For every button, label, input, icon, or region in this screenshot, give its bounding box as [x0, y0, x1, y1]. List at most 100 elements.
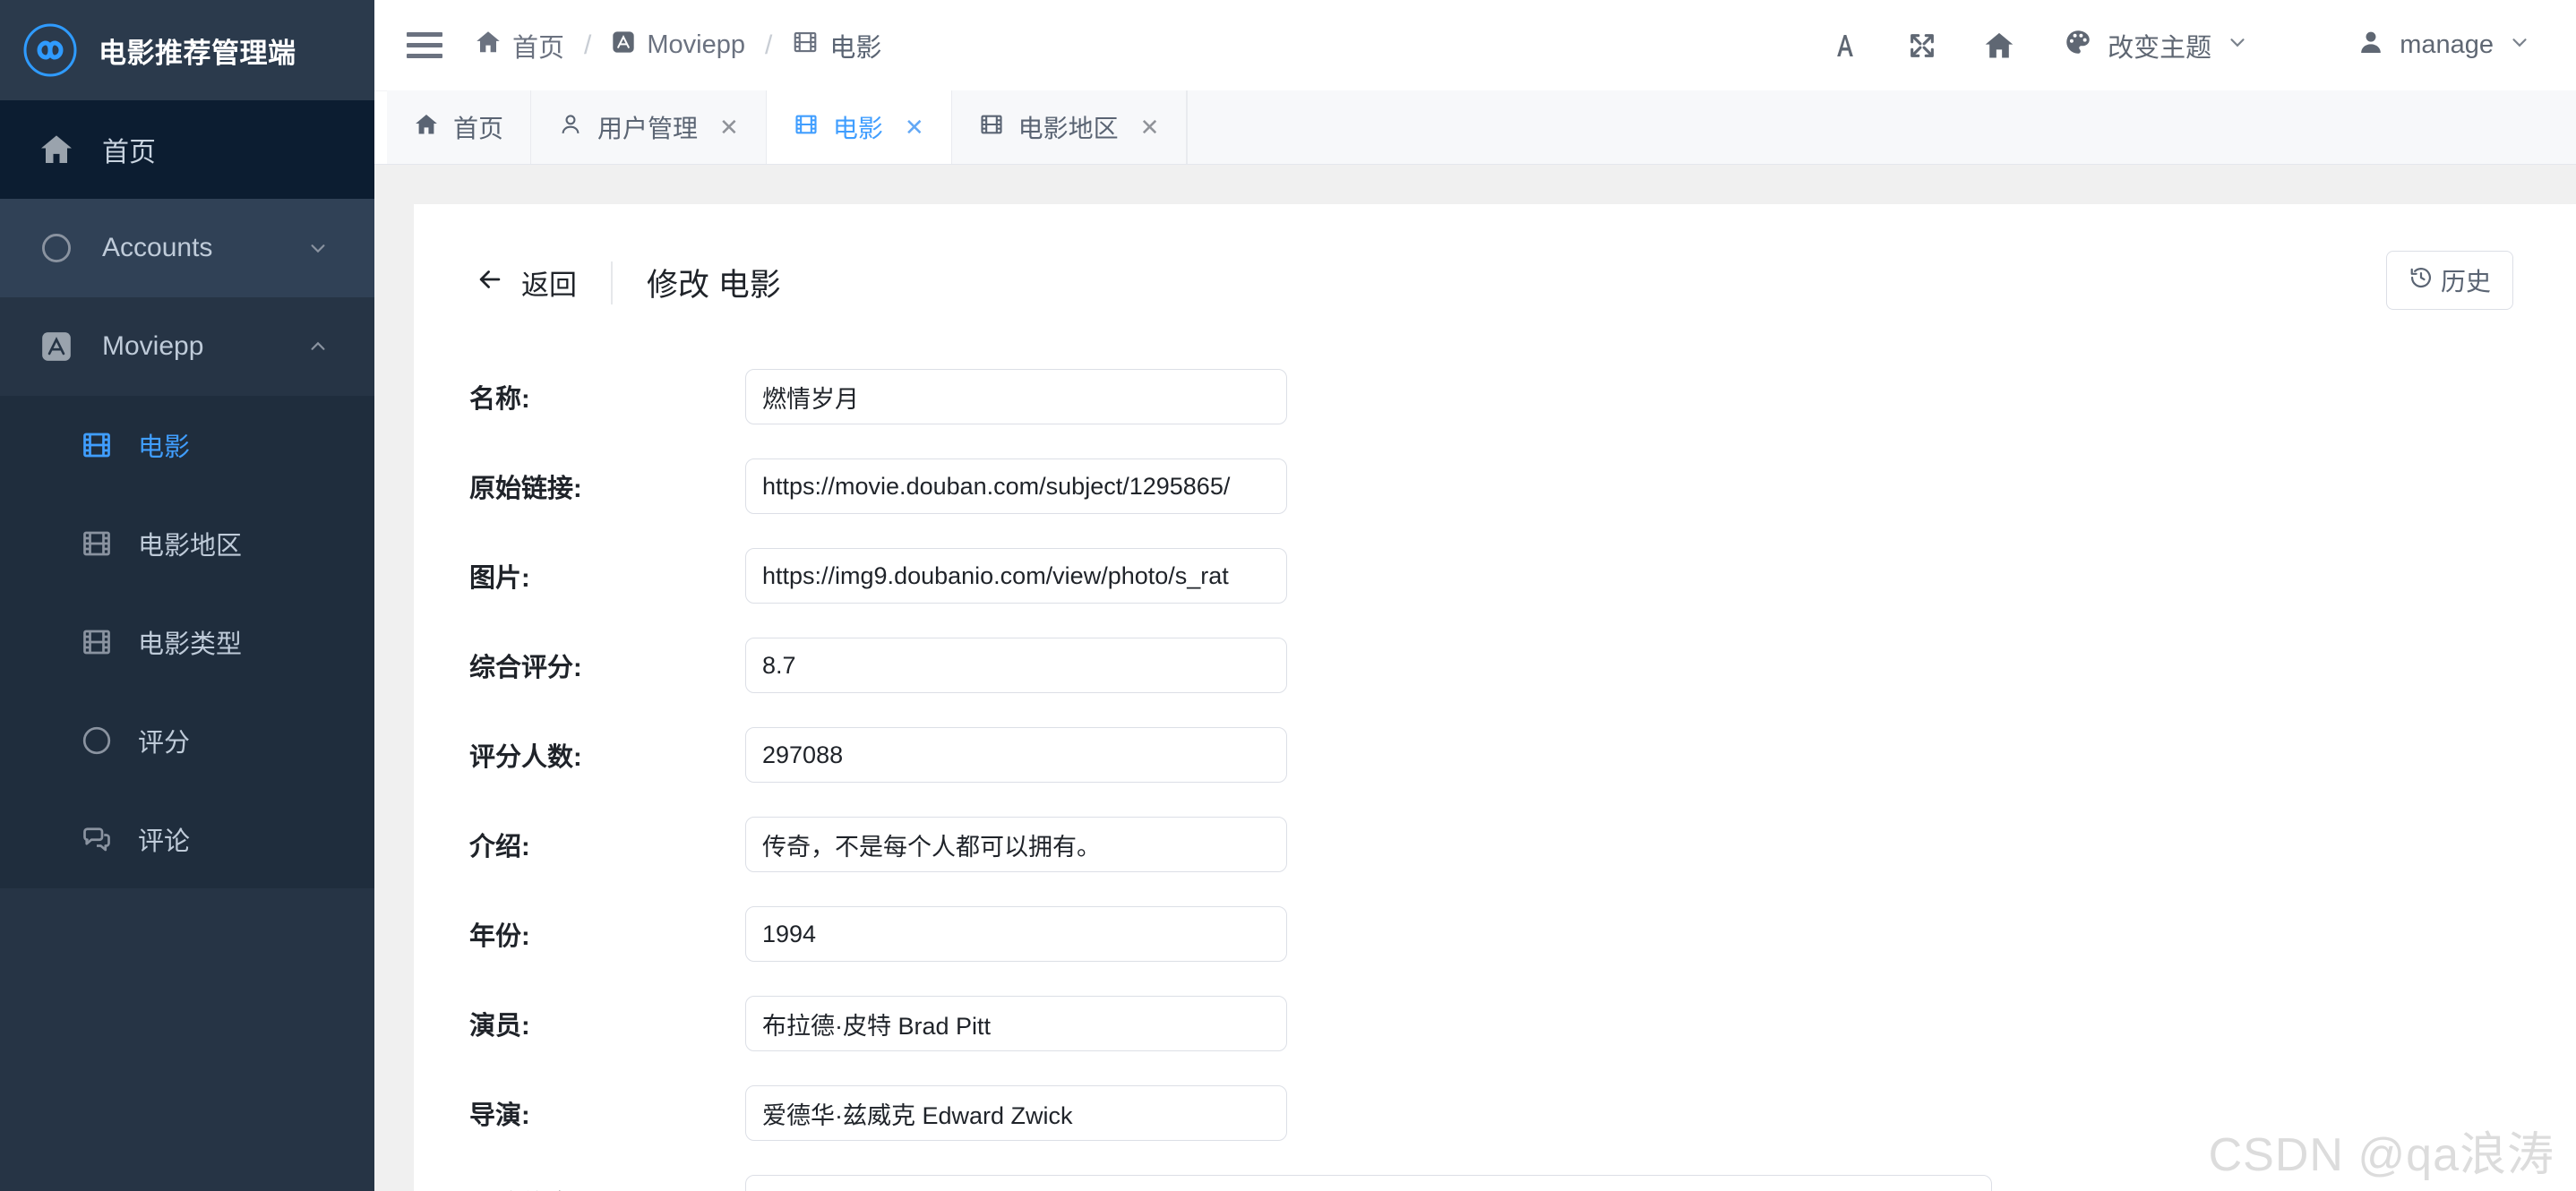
tab-home[interactable]: 首页	[387, 90, 532, 164]
input-image[interactable]: https://img9.doubanio.com/view/photo/s_r…	[745, 548, 1287, 604]
chevron-up-icon[interactable]	[308, 337, 328, 356]
chevron-down-icon[interactable]	[308, 238, 328, 258]
breadcrumb-item-movie: 电影	[792, 27, 881, 64]
header-divider	[611, 261, 613, 304]
film-icon	[79, 429, 115, 461]
form-row-source-link: 原始链接: https://movie.douban.com/subject/1…	[414, 441, 2576, 531]
history-button-label: 历史	[2440, 268, 2491, 296]
close-icon[interactable]: ✕	[1140, 114, 1160, 141]
sidebar-item-moviepp[interactable]: Moviepp	[0, 297, 374, 396]
tab-movie-region[interactable]: 电影地区 ✕	[951, 90, 1188, 164]
input-intro[interactable]: 传奇，不是每个人都可以拥有。	[745, 817, 1287, 872]
hamburger-icon[interactable]	[407, 28, 442, 64]
home-icon	[38, 132, 75, 167]
user-menu-label: manage	[2400, 30, 2494, 59]
film-icon	[979, 112, 1004, 143]
sidebar-item-movie-type-label: 电影类型	[138, 630, 243, 659]
tab-movie-region-label: 电影地区	[1018, 115, 1119, 142]
page-title: 修改 电影	[647, 268, 781, 303]
breadcrumb-item-home[interactable]: 首页	[475, 27, 564, 64]
label-source-link: 原始链接:	[469, 475, 582, 503]
breadcrumb-item-movie-label: 电影	[829, 33, 882, 63]
sidebar-item-movie-type[interactable]: 电影类型	[0, 593, 374, 691]
topbar: 首页 / Moviepp / 电影 改变主题 manage	[374, 0, 2576, 91]
theme-switcher[interactable]: 改变主题	[2038, 27, 2265, 64]
sidebar-item-movie[interactable]: 电影	[0, 396, 374, 494]
breadcrumb-item-home-label: 首页	[512, 33, 565, 63]
input-name[interactable]: 燃情岁月	[745, 369, 1287, 424]
app-root: 电影推荐管理端 首页 Accounts Moviepp 电影 电影地区 电影类型…	[0, 0, 2576, 1191]
film-icon	[792, 29, 819, 63]
label-score: 综合评分:	[469, 654, 582, 682]
tab-bar-filler	[1187, 90, 2576, 164]
sidebar-item-movie-region-label: 电影地区	[138, 532, 243, 561]
user-menu[interactable]: manage	[2331, 28, 2537, 64]
sidebar-item-rating[interactable]: 评分	[0, 691, 374, 790]
film-icon	[794, 112, 819, 143]
back-button[interactable]: 返回	[475, 262, 577, 303]
edit-movie-card: 返回 修改 电影 历史 名称: 燃情岁月 原始链接: https://movie…	[414, 204, 2576, 1191]
breadcrumb: 首页 / Moviepp / 电影	[475, 27, 881, 64]
label-director: 导演:	[469, 1101, 530, 1130]
breadcrumb-separator: /	[584, 30, 592, 60]
home-icon	[475, 29, 502, 63]
sidebar-item-comment[interactable]: 评论	[0, 790, 374, 888]
label-actor: 演员:	[469, 1012, 530, 1041]
film-icon	[79, 626, 115, 658]
tab-movie[interactable]: 电影 ✕	[766, 90, 952, 164]
tab-user-management-label: 用户管理	[597, 115, 699, 142]
input-source-link[interactable]: https://movie.douban.com/subject/1295865…	[745, 458, 1287, 514]
close-icon[interactable]: ✕	[905, 114, 924, 141]
appstore-icon	[38, 330, 75, 364]
input-score[interactable]: 8.7	[745, 638, 1287, 693]
input-year[interactable]: 1994	[745, 906, 1287, 962]
home-icon[interactable]	[1961, 7, 2038, 84]
content-area: 返回 修改 电影 历史 名称: 燃情岁月 原始链接: https://movie…	[374, 165, 2576, 1191]
font-size-icon[interactable]	[1807, 7, 1884, 84]
input-actor[interactable]: 布拉德·皮特 Brad Pitt	[745, 996, 1287, 1051]
comments-icon	[79, 823, 115, 855]
user-icon	[558, 112, 583, 143]
sidebar-item-home-label: 首页	[102, 138, 156, 167]
close-icon[interactable]: ✕	[719, 114, 739, 141]
tab-user-management[interactable]: 用户管理 ✕	[531, 90, 767, 164]
chevron-down-icon	[2508, 30, 2531, 61]
home-icon	[414, 112, 439, 143]
form-row-actor: 演员: 布拉德·皮特 Brad Pitt	[414, 979, 2576, 1068]
circle-icon	[38, 231, 75, 265]
label-brief-info: 粗略信息:	[414, 1184, 745, 1191]
appstore-icon	[611, 30, 636, 62]
breadcrumb-item-moviepp[interactable]: Moviepp	[611, 30, 745, 62]
sidebar-item-movie-region[interactable]: 电影地区	[0, 494, 374, 593]
form-row-image: 图片: https://img9.doubanio.com/view/photo…	[414, 531, 2576, 621]
infinity-circle-icon	[21, 21, 79, 79]
chevron-down-icon	[2226, 30, 2249, 61]
sidebar-submenu-moviepp: 电影 电影地区 电影类型 评分 评论	[0, 396, 374, 888]
label-year: 年份:	[469, 922, 530, 951]
form-row-intro: 介绍: 传奇，不是每个人都可以拥有。	[414, 800, 2576, 889]
arrow-left-icon	[475, 264, 505, 302]
input-rating-count[interactable]: 297088	[745, 727, 1287, 783]
history-button[interactable]: 历史	[2385, 251, 2513, 310]
user-icon	[2357, 28, 2385, 64]
sidebar-item-moviepp-label: Moviepp	[102, 331, 204, 361]
theme-switcher-label: 改变主题	[2108, 33, 2212, 63]
form-row-rating-count: 评分人数: 297088	[414, 710, 2576, 800]
breadcrumb-item-moviepp-label: Moviepp	[647, 30, 745, 59]
brand-header: 电影推荐管理端	[0, 0, 374, 100]
form-row-year: 年份: 1994	[414, 889, 2576, 979]
sidebar-item-accounts[interactable]: Accounts	[0, 199, 374, 297]
sidebar-item-home[interactable]: 首页	[0, 100, 374, 199]
fullscreen-icon[interactable]	[1884, 7, 1961, 84]
form-row-score: 综合评分: 8.7	[414, 621, 2576, 710]
brand-title: 电影推荐管理端	[99, 37, 296, 69]
tab-bar: 首页 用户管理 ✕ 电影 ✕ 电影地区 ✕	[374, 90, 2576, 165]
topbar-actions: 改变主题 manage	[1807, 7, 2537, 84]
history-icon	[2409, 265, 2434, 296]
input-director[interactable]: 爱德华·兹威克 Edward Zwick	[745, 1085, 1287, 1141]
sidebar-nav: 首页 Accounts Moviepp 电影 电影地区 电影类型 评分 评论	[0, 100, 374, 1191]
circle-icon	[79, 724, 115, 757]
main-area: 首页 / Moviepp / 电影 改变主题 manage 首页 用户管理 ✕ …	[374, 0, 2576, 1191]
input-brief-info[interactable]: 导演: 爱德华·兹威克 Edward Zwick 主演: 布拉德·皮特 Brad…	[745, 1175, 1992, 1191]
palette-icon	[2063, 27, 2093, 64]
